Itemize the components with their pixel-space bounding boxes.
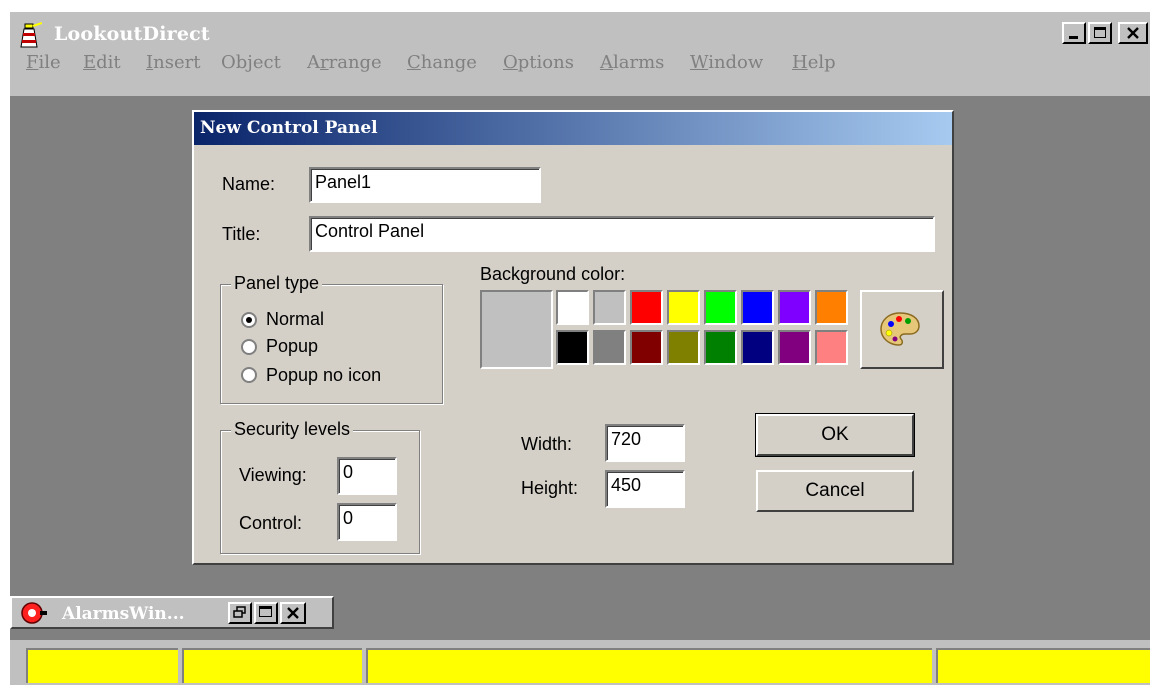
color-swatch[interactable] [815,330,848,365]
color-swatch[interactable] [704,290,737,325]
security-levels-label: Security levels [231,419,354,440]
alarms-window-title: AlarmsWin... [62,604,185,624]
color-swatch[interactable] [593,330,626,365]
viewing-label: Viewing: [239,465,307,485]
dialog-titlebar[interactable]: New Control Panel [194,112,952,145]
security-levels-group: Security levels Viewing: 0 Control: 0 [220,419,420,554]
status-cell [26,648,178,683]
alarms-close-icon [287,607,299,619]
color-swatch[interactable] [593,290,626,325]
control-input[interactable]: 0 [337,503,397,541]
panel-type-group: Panel type Normal Popup Popup no icon [220,273,443,404]
color-swatch[interactable] [778,330,811,365]
cancel-button[interactable]: Cancel [756,470,914,512]
color-swatch[interactable] [778,290,811,325]
width-label: Width: [521,434,573,454]
palette-icon [880,312,920,346]
close-button[interactable] [1118,22,1148,44]
alarms-maximize-icon [259,606,272,617]
lighthouse-icon [20,22,42,48]
width-input[interactable]: 720 [605,424,685,462]
color-swatch[interactable] [556,290,589,325]
color-swatch[interactable] [741,290,774,325]
radio-popup-no-icon[interactable] [241,367,257,383]
title-input[interactable]: Control Panel [309,216,935,252]
status-cell [936,648,1150,683]
maximize-icon [1094,27,1106,38]
maximize-button[interactable] [1088,22,1112,44]
alarms-maximize-button[interactable] [254,602,278,624]
new-control-panel-dialog: New Control Panel Name: Panel1 Title: Co… [192,110,954,565]
dialog-title: New Control Panel [200,118,378,138]
menu-alarms[interactable]: Alarms [600,52,664,73]
menu-object[interactable]: Object [221,52,281,73]
color-swatch[interactable] [704,330,737,365]
status-cell [366,648,932,683]
restore-button[interactable] [228,602,252,624]
radio-normal-label: Normal [266,309,325,329]
alarms-close-button[interactable] [280,602,306,624]
menu-file[interactable]: File [26,52,61,73]
alarm-bell-icon [21,602,47,624]
color-swatch[interactable] [630,290,663,325]
menu-window[interactable]: Window [690,52,763,73]
alarm-status-bar [10,640,1150,685]
radio-popup-label: Popup [266,336,319,356]
radio-popup[interactable] [241,339,257,355]
status-cell [182,648,362,683]
menu-file-rest: ile [38,52,61,73]
color-swatch[interactable] [741,330,774,365]
color-swatch[interactable] [667,290,700,325]
menu-insert[interactable]: Insert [146,52,200,73]
control-label: Control: [239,513,303,533]
viewing-input[interactable]: 0 [337,457,397,495]
color-swatch[interactable] [815,290,848,325]
name-label: Name: [222,174,276,194]
ok-button[interactable]: OK [755,413,915,457]
current-color-swatch [480,290,553,369]
height-label: Height: [521,478,579,498]
menu-edit[interactable]: Edit [83,52,121,73]
height-input[interactable]: 450 [605,470,685,508]
menu-arrange[interactable]: Arrange [307,52,382,73]
radio-popup-no-icon-label: Popup no icon [266,365,382,385]
minimize-button[interactable] [1062,22,1086,44]
close-icon [1127,27,1139,39]
alarms-window-minimized[interactable]: AlarmsWin... [10,596,334,629]
color-swatch[interactable] [667,330,700,365]
restore-icon [233,606,246,618]
color-swatch[interactable] [556,330,589,365]
minimize-icon [1069,36,1078,39]
background-color-label: Background color: [480,264,626,284]
menu-change[interactable]: Change [407,52,477,73]
radio-normal[interactable] [241,312,257,328]
app-title: LookoutDirect [54,23,210,45]
title-label: Title: [222,224,261,244]
custom-color-button[interactable] [860,290,944,369]
menu-help[interactable]: Help [792,52,836,73]
color-swatch[interactable] [630,330,663,365]
menu-options[interactable]: Options [503,52,574,73]
name-input[interactable]: Panel1 [309,167,541,203]
panel-type-label: Panel type [231,273,323,294]
